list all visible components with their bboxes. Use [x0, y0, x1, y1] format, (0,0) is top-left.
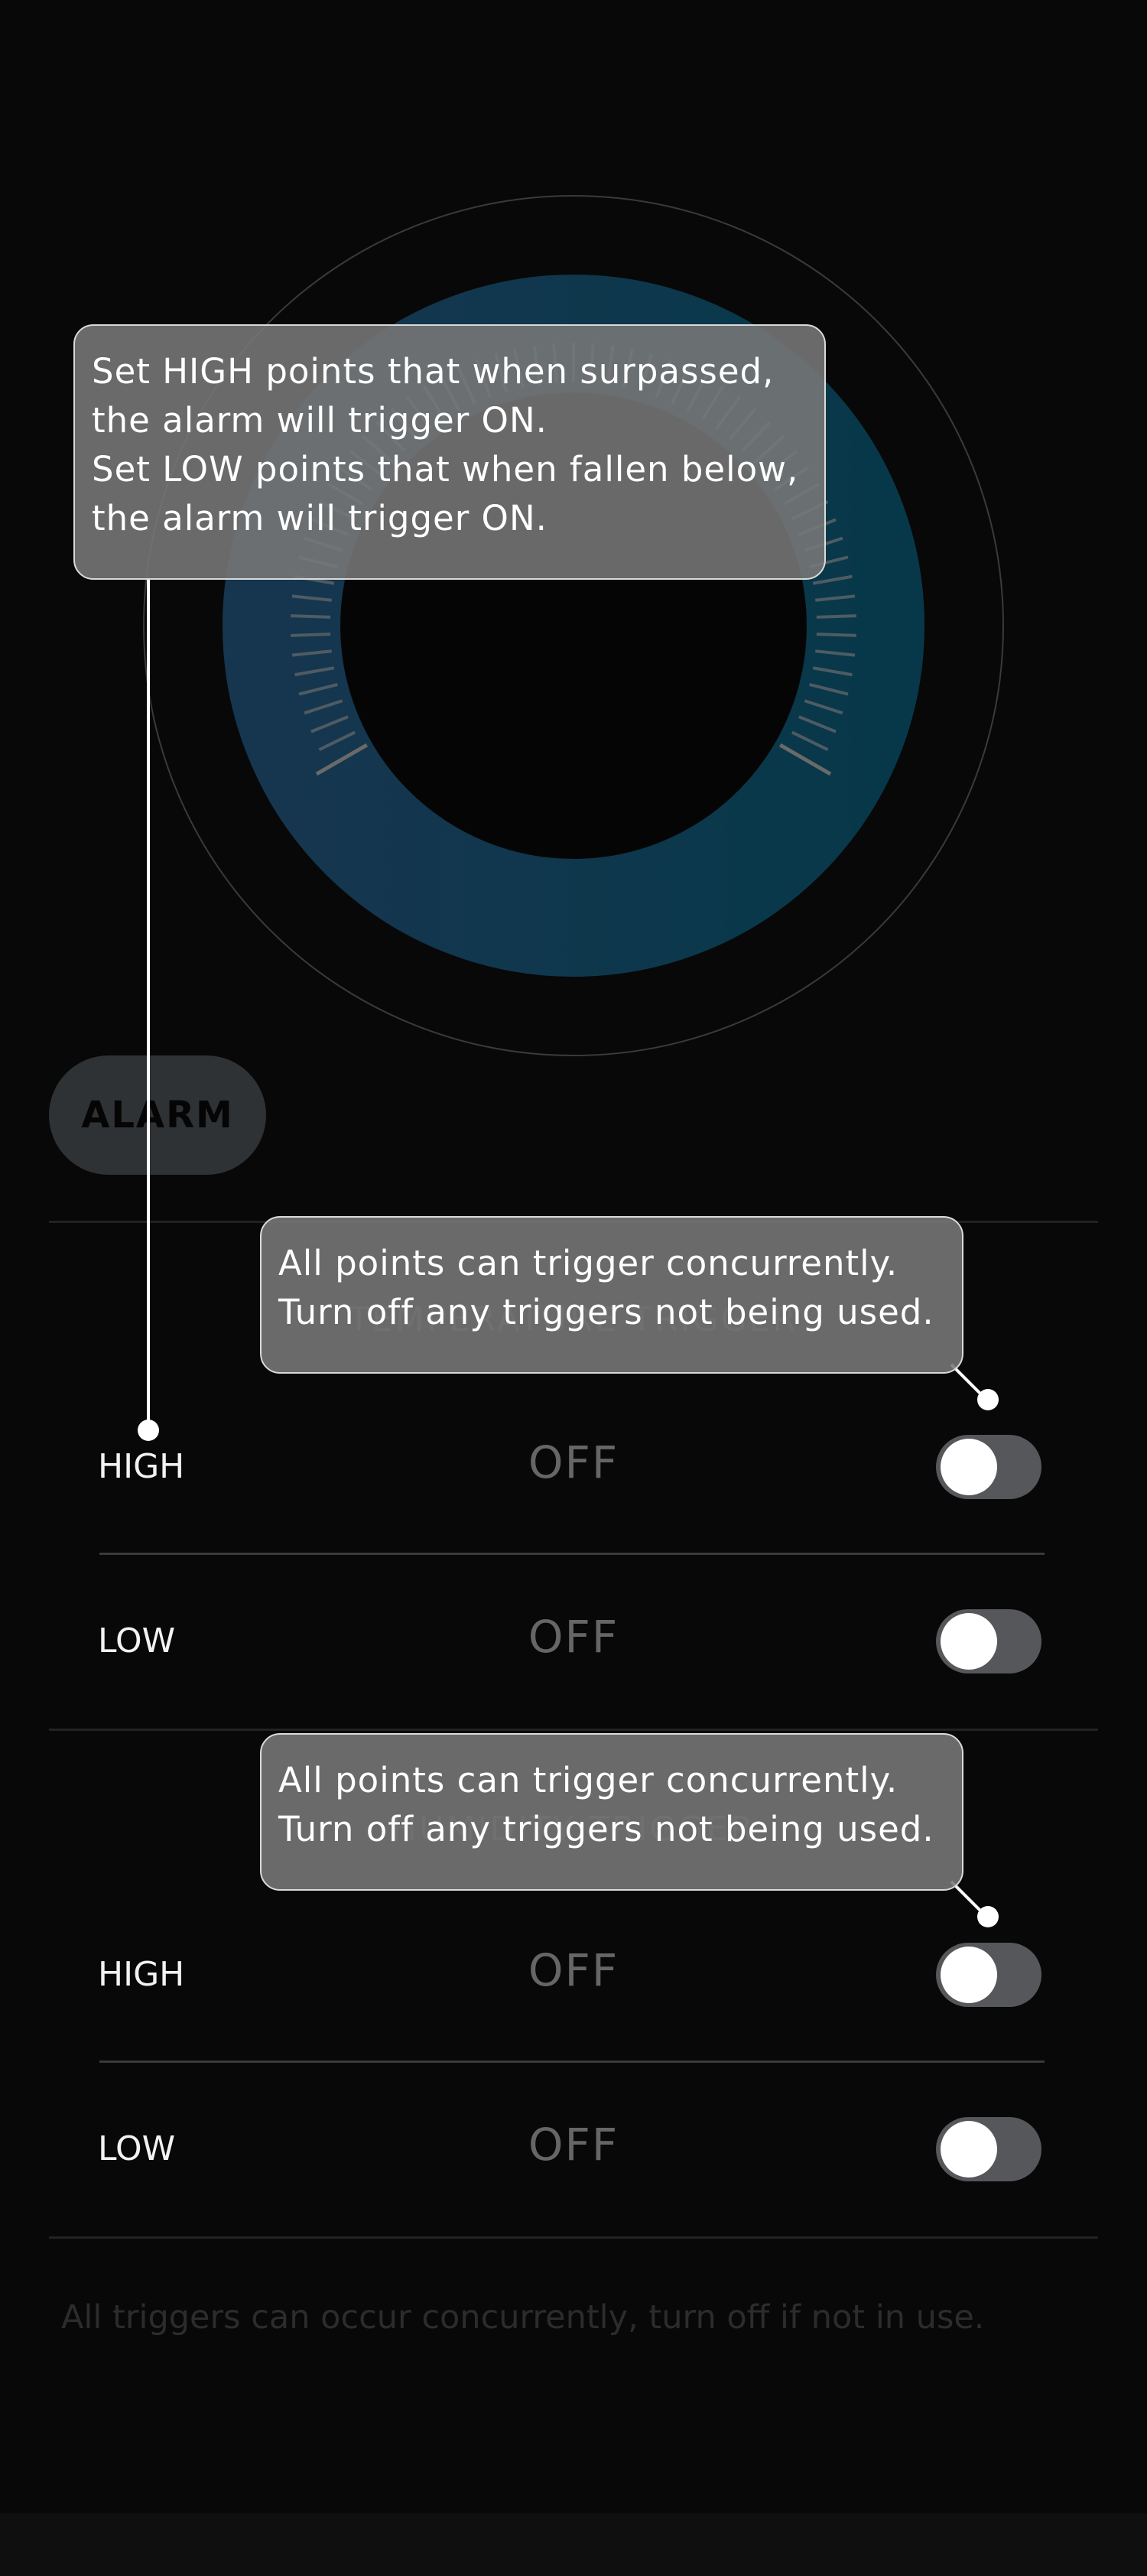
- temperature-tooltip: All points can trigger concurrently. Tur…: [260, 1216, 963, 1374]
- dial-tick: [291, 633, 331, 637]
- tooltip-line: Turn off any triggers not being used.: [278, 1292, 934, 1332]
- dial-tick: [816, 614, 856, 619]
- toggle-knob: [941, 2121, 997, 2178]
- tooltip-line: the alarm will trigger ON.: [92, 400, 548, 441]
- tooltip-line: the alarm will trigger ON.: [92, 498, 548, 538]
- tooltip-pointer-line: [147, 578, 150, 1430]
- tooltip-pointer-dot: [977, 1906, 999, 1927]
- temperature-low-toggle[interactable]: [936, 1609, 1041, 1673]
- humidity-low-toggle[interactable]: [936, 2117, 1041, 2181]
- tooltip-line: Turn off any triggers not being used.: [278, 1809, 934, 1849]
- toggle-knob: [941, 1439, 997, 1495]
- footer-note: All triggers can occur concurrently, tur…: [61, 2298, 985, 2337]
- bottom-bar: [0, 2513, 1147, 2576]
- dial-tick: [291, 614, 331, 619]
- alarm-button[interactable]: ALARM: [49, 1055, 266, 1175]
- tooltip-line: Set HIGH points that when surpassed,: [92, 351, 775, 392]
- dial-tick: [816, 633, 856, 637]
- tooltip-line: Set LOW points that when fallen below,: [92, 449, 799, 490]
- tooltip-line: All points can trigger concurrently.: [278, 1243, 898, 1283]
- humidity-tooltip: All points can trigger concurrently. Tur…: [260, 1733, 963, 1891]
- divider: [49, 2236, 1098, 2239]
- setpoints-tooltip: Set HIGH points that when surpassed, the…: [73, 324, 826, 580]
- toggle-knob: [941, 1613, 997, 1670]
- divider: [49, 1729, 1098, 1731]
- temperature-high-toggle[interactable]: [936, 1435, 1041, 1499]
- divider: [99, 1553, 1045, 1555]
- tooltip-pointer-dot: [977, 1389, 999, 1410]
- toggle-knob: [941, 1947, 997, 2003]
- tooltip-line: All points can trigger concurrently.: [278, 1760, 898, 1800]
- tooltip-pointer-dot: [138, 1420, 159, 1441]
- humidity-high-toggle[interactable]: [936, 1943, 1041, 2007]
- divider: [99, 2060, 1045, 2063]
